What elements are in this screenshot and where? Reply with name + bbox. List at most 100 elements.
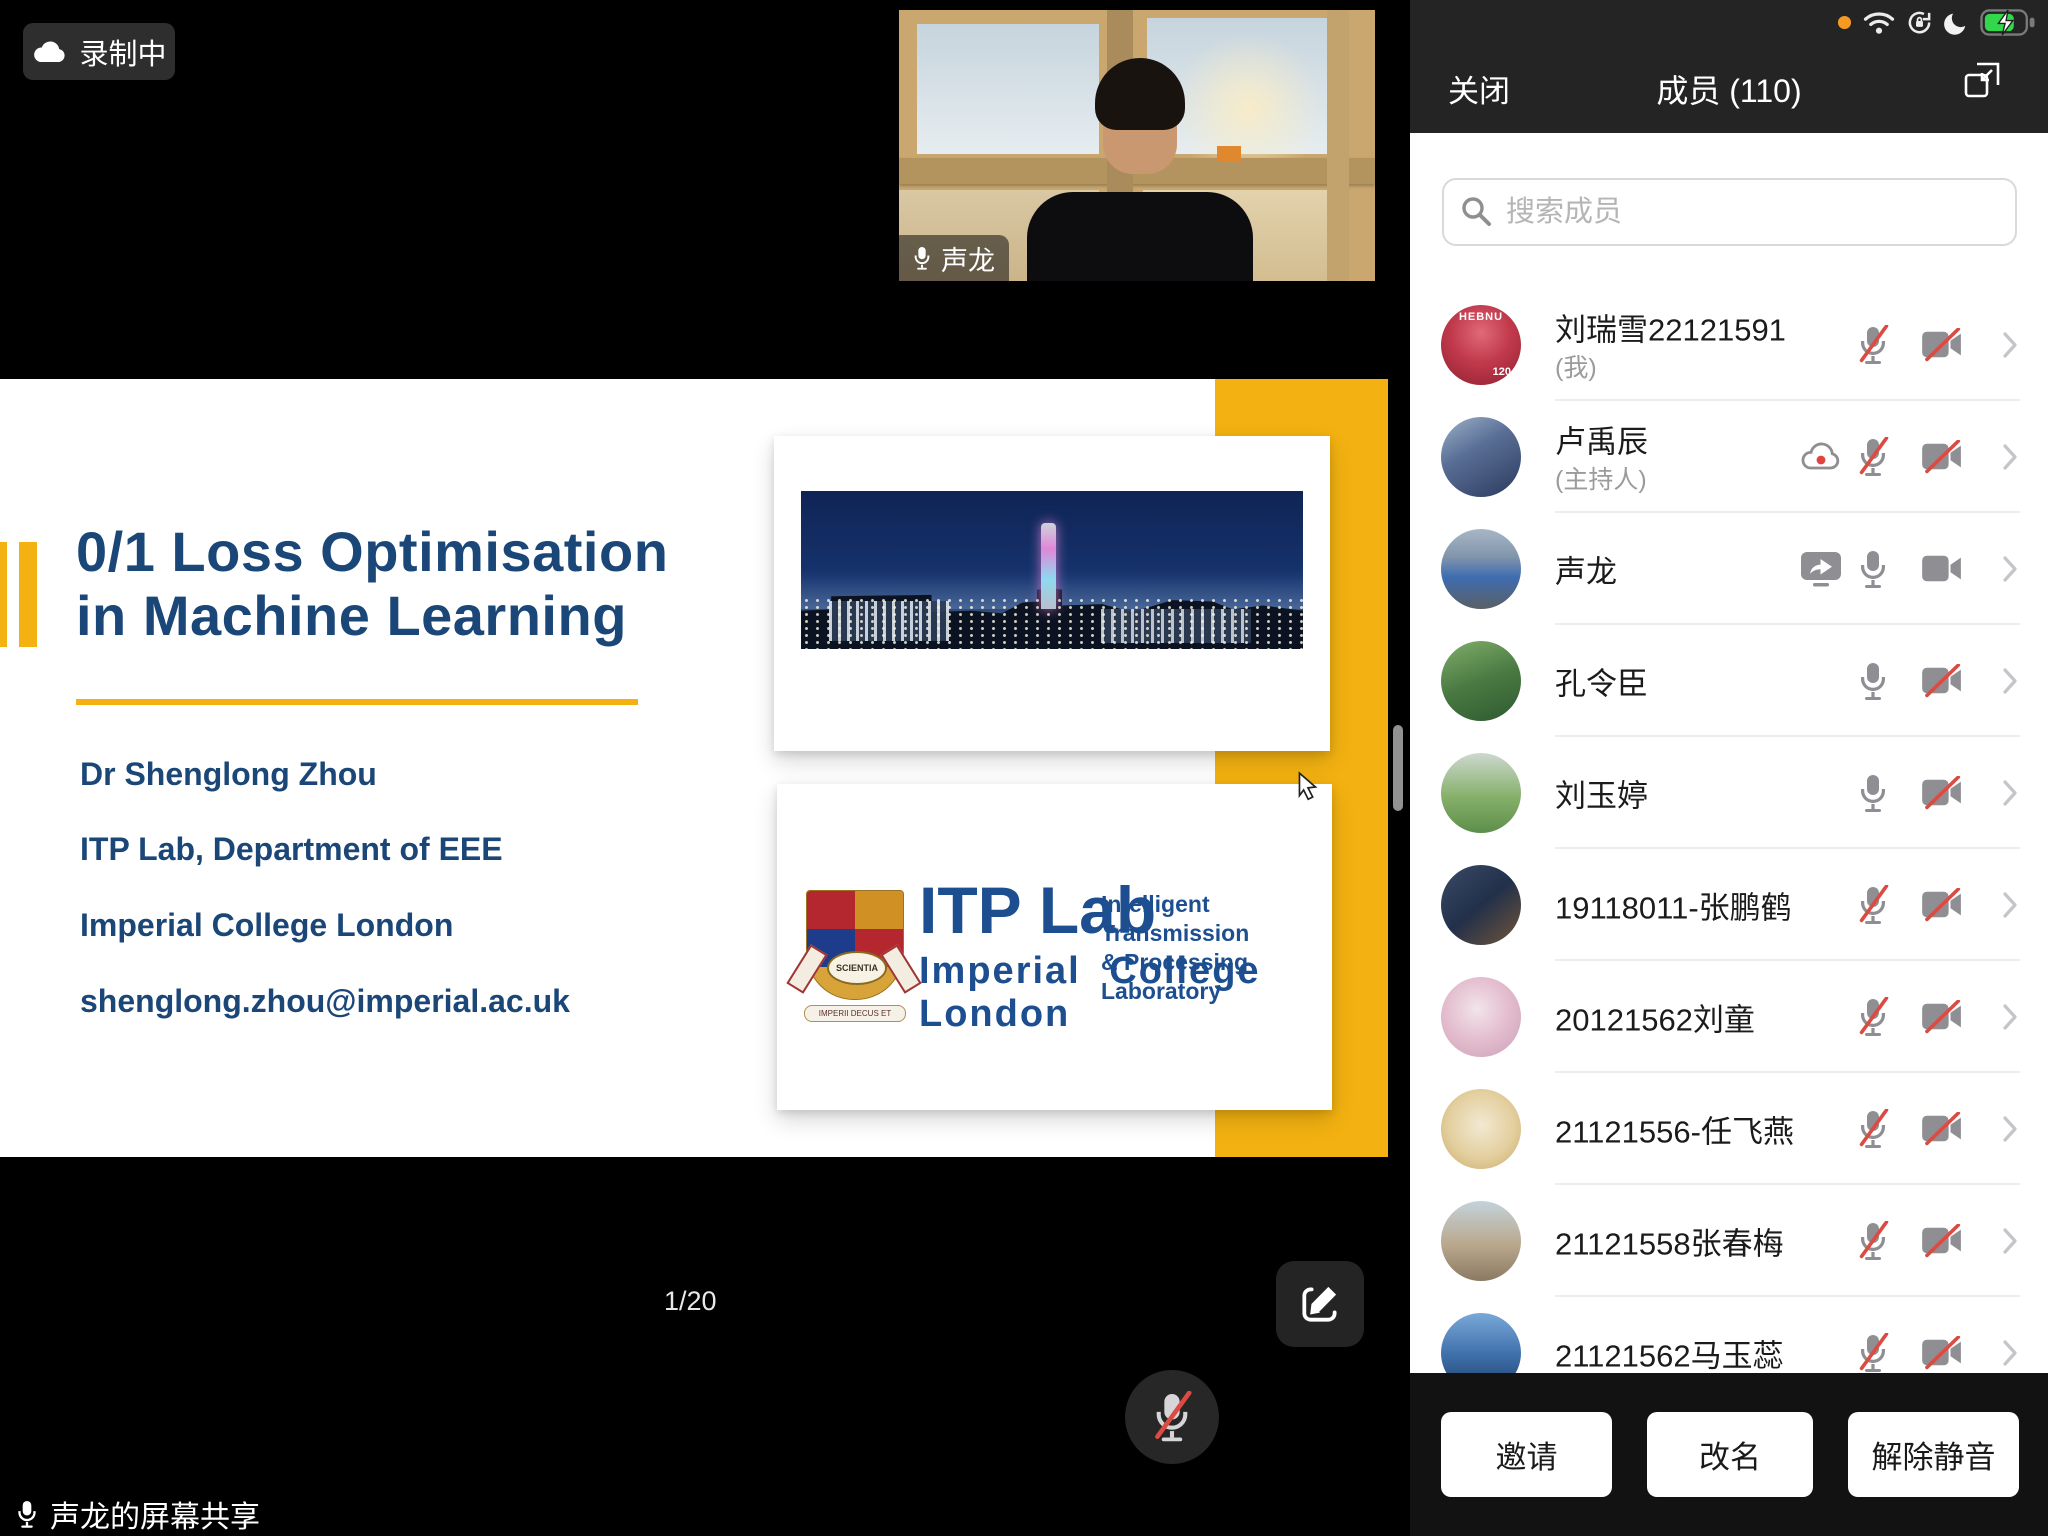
- chevron-right-icon[interactable]: [2002, 443, 2018, 471]
- search-input[interactable]: [1442, 178, 2017, 246]
- member-search: [1442, 178, 2017, 246]
- avatar: [1441, 1201, 1521, 1281]
- mic-muted-icon: [1149, 1391, 1195, 1443]
- chevron-right-icon[interactable]: [2002, 891, 2018, 919]
- member-role: (主持人): [1555, 460, 1647, 496]
- avatar: [1441, 529, 1521, 609]
- camera-muted-icon[interactable]: [1921, 1000, 1963, 1034]
- member-row[interactable]: 19118011-张鹏鹤: [1410, 849, 2048, 961]
- annotation-pen-button[interactable]: [1276, 1261, 1364, 1347]
- member-row[interactable]: 孔令臣: [1410, 625, 2048, 737]
- invite-button[interactable]: 邀请: [1441, 1412, 1612, 1497]
- status-bar: [1837, 8, 2036, 36]
- crest-shield: SCIENTIA: [806, 890, 904, 1000]
- screen-share-area: 录制中 声龙 0/1 Loss Optimisation in Machine …: [0, 0, 1410, 1536]
- logo-institution: Imperial College London: [919, 950, 1332, 1036]
- video-participant-name: 声龙: [941, 239, 995, 278]
- presenter-video-tile[interactable]: 声龙: [899, 10, 1375, 281]
- members-panel-footer: 邀请 改名 解除静音: [1410, 1373, 2048, 1536]
- rename-button[interactable]: 改名: [1647, 1412, 1813, 1497]
- avatar: [1441, 641, 1521, 721]
- camera-muted-icon[interactable]: [1921, 1336, 1963, 1370]
- mic-muted-icon[interactable]: [1855, 325, 1891, 365]
- screen-sharing-icon: [1799, 551, 1843, 587]
- member-name: 声龙: [1555, 547, 1617, 592]
- orientation-lock-icon: [1906, 9, 1933, 36]
- chevron-right-icon[interactable]: [2002, 667, 2018, 695]
- scrollbar-thumb[interactable]: [1393, 725, 1403, 811]
- pen-icon: [1297, 1281, 1343, 1327]
- camera-muted-icon[interactable]: [1921, 1112, 1963, 1146]
- chevron-right-icon[interactable]: [2002, 1339, 2018, 1367]
- slide-affiliation: ITP Lab, Department of EEE: [80, 831, 503, 868]
- presenter-silhouette: [1027, 192, 1253, 281]
- do-not-disturb-icon: [1943, 9, 1970, 36]
- itp-lab-logo-card: SCIENTIA IMPERII DECUS ET ITP Lab Intell…: [777, 784, 1332, 1110]
- member-row[interactable]: 21121558张春梅: [1410, 1185, 2048, 1297]
- battery-charging-icon: [1980, 9, 2036, 36]
- chevron-right-icon[interactable]: [2002, 779, 2018, 807]
- unmute-button[interactable]: 解除静音: [1848, 1412, 2019, 1497]
- slide-page-indicator: 1/20: [664, 1286, 717, 1317]
- member-badges: [1771, 551, 1843, 587]
- member-name: 卢禹辰: [1555, 417, 1648, 462]
- member-row[interactable]: 20121562刘童: [1410, 961, 2048, 1073]
- mic-on-icon[interactable]: [1855, 773, 1891, 813]
- member-row[interactable]: 21121556-任飞燕: [1410, 1073, 2048, 1185]
- slide-accent-bar: [19, 542, 37, 647]
- mic-on-icon[interactable]: [1855, 549, 1891, 589]
- recording-badge[interactable]: 录制中: [23, 23, 175, 80]
- avatar: [1441, 977, 1521, 1057]
- camera-muted-icon[interactable]: [1921, 328, 1963, 362]
- avatar: [1441, 865, 1521, 945]
- member-name: 20121562刘童: [1555, 995, 1755, 1040]
- mic-on-icon[interactable]: [1855, 661, 1891, 701]
- mic-muted-icon[interactable]: [1855, 885, 1891, 925]
- crest-book: SCIENTIA: [827, 951, 887, 985]
- recording-badge-label: 录制中: [79, 31, 166, 73]
- member-row[interactable]: 声龙: [1410, 513, 2048, 625]
- video-name-label: 声龙: [899, 235, 1009, 281]
- slide-title-underline: [76, 699, 638, 705]
- member-name: 21121556-任飞燕: [1555, 1107, 1794, 1152]
- camera-on-icon[interactable]: [1921, 552, 1963, 586]
- member-name: 21121558张春梅: [1555, 1219, 1784, 1264]
- members-panel: 关闭 成员 (110) HEBNU120 刘瑞雪22121591 (我) 卢禹辰…: [1410, 0, 2048, 1536]
- window-pane: [917, 24, 1099, 154]
- mic-on-icon: [14, 1498, 40, 1530]
- members-panel-body: HEBNU120 刘瑞雪22121591 (我) 卢禹辰 (主持人) 声龙: [1410, 133, 2048, 1536]
- mic-muted-icon[interactable]: [1855, 1109, 1891, 1149]
- slide-accent-bar: [0, 542, 7, 647]
- chevron-right-icon[interactable]: [2002, 1115, 2018, 1143]
- mic-muted-icon[interactable]: [1855, 1221, 1891, 1261]
- chevron-right-icon[interactable]: [2002, 331, 2018, 359]
- camera-muted-icon[interactable]: [1921, 440, 1963, 474]
- avatar: [1441, 417, 1521, 497]
- chevron-right-icon[interactable]: [2002, 1227, 2018, 1255]
- avatar: [1441, 753, 1521, 833]
- popout-window-icon[interactable]: [1962, 60, 2002, 100]
- member-list: HEBNU120 刘瑞雪22121591 (我) 卢禹辰 (主持人) 声龙: [1410, 289, 2048, 1409]
- imperial-crest: SCIENTIA IMPERII DECUS ET: [801, 890, 907, 1022]
- camera-muted-icon[interactable]: [1921, 664, 1963, 698]
- member-name: 21121562马玉蕊: [1555, 1331, 1784, 1376]
- member-row[interactable]: HEBNU120 刘瑞雪22121591 (我): [1410, 289, 2048, 401]
- camera-muted-icon[interactable]: [1921, 776, 1963, 810]
- screen-share-banner: 声龙的屏幕共享: [14, 1492, 260, 1536]
- mic-muted-icon[interactable]: [1855, 437, 1891, 477]
- cloud-recording-icon: [31, 39, 67, 65]
- share-banner-text: 声龙的屏幕共享: [50, 1492, 260, 1536]
- member-row[interactable]: 卢禹辰 (主持人): [1410, 401, 2048, 513]
- avatar: [1441, 1089, 1521, 1169]
- mic-muted-icon[interactable]: [1855, 1333, 1891, 1373]
- camera-muted-icon[interactable]: [1921, 888, 1963, 922]
- member-badges: [1771, 439, 1843, 475]
- chevron-right-icon[interactable]: [2002, 555, 2018, 583]
- mic-mute-button[interactable]: [1125, 1370, 1219, 1464]
- camera-muted-icon[interactable]: [1921, 1224, 1963, 1258]
- chevron-right-icon[interactable]: [2002, 1003, 2018, 1031]
- mic-muted-icon[interactable]: [1855, 997, 1891, 1037]
- photo-queens-tower: [1041, 523, 1056, 609]
- search-icon: [1460, 195, 1492, 227]
- member-row[interactable]: 刘玉婷: [1410, 737, 2048, 849]
